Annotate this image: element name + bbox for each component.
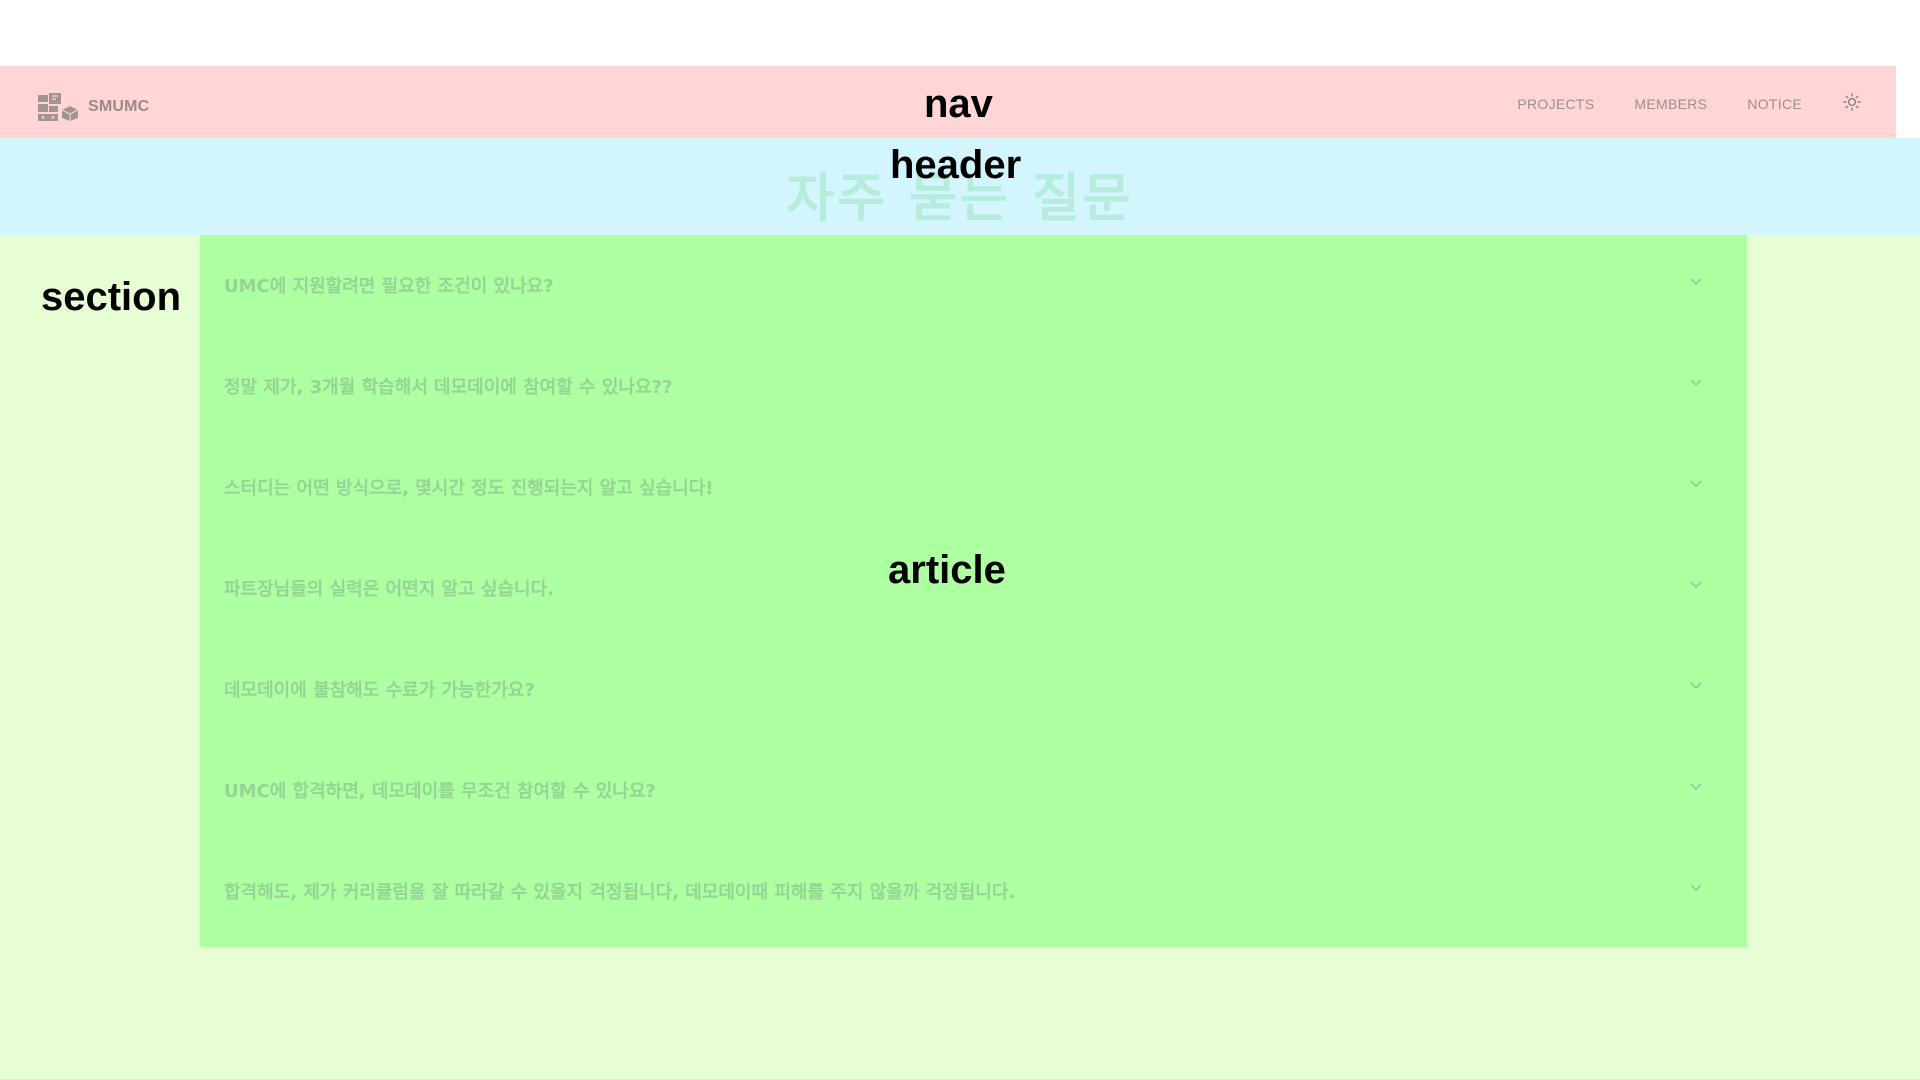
sun-icon — [1843, 93, 1861, 111]
faq-item[interactable]: 정말 제가, 3개월 학습해서 데모데이에 참여할 수 있나요?? — [200, 336, 1747, 437]
faq-question: 스터디는 어떤 방식으로, 몇시간 정도 진행되는지 알고 싶습니다! — [224, 478, 714, 499]
faq-question: 데모데이에 불참해도 수료가 가능한가요? — [224, 680, 535, 701]
region-label-header: header — [890, 143, 1022, 187]
faq-item[interactable]: 스터디는 어떤 방식으로, 몇시간 정도 진행되는지 알고 싶습니다! — [200, 437, 1747, 538]
faq-question: UMC에 지원할려면 필요한 조건이 있나요? — [224, 276, 554, 297]
chevron-down-icon[interactable] — [1689, 578, 1703, 592]
region-label-nav: nav — [924, 82, 993, 126]
faq-question: 파트장님들의 실력은 어떤지 알고 싶습니다. — [224, 579, 554, 600]
faq-item[interactable]: UMC에 합격하면, 데모데이를 무조건 참여할 수 있나요? — [200, 740, 1747, 841]
chevron-down-icon[interactable] — [1689, 780, 1703, 794]
faq-question: 정말 제가, 3개월 학습해서 데모데이에 참여할 수 있나요?? — [224, 377, 673, 398]
chevron-down-icon[interactable] — [1689, 477, 1703, 491]
faq-item[interactable]: UMC에 지원할려면 필요한 조건이 있나요? — [200, 235, 1747, 336]
nav-link-members[interactable]: MEMBERS — [1634, 96, 1707, 112]
faq-question: 합격해도, 제가 커리큘럼을 잘 따라갈 수 있을지 걱정됩니다, 데모데이때 … — [224, 882, 1016, 903]
faq-item[interactable]: 합격해도, 제가 커리큘럼을 잘 따라갈 수 있을지 걱정됩니다, 데모데이때 … — [200, 841, 1747, 942]
region-label-article: article — [888, 548, 1006, 592]
faq-question: UMC에 합격하면, 데모데이를 무조건 참여할 수 있나요? — [224, 781, 656, 802]
chevron-down-icon[interactable] — [1689, 881, 1703, 895]
theme-toggle-button[interactable] — [1842, 92, 1862, 112]
faq-item[interactable]: 데모데이에 불참해도 수료가 가능한가요? — [200, 639, 1747, 740]
nav-menu: PROJECTS MEMBERS NOTICE — [1517, 66, 1896, 138]
brand-name: SMUMC — [88, 98, 150, 115]
chevron-down-icon[interactable] — [1689, 376, 1703, 390]
chevron-down-icon[interactable] — [1689, 275, 1703, 289]
brand-home-link[interactable]: SMUMC — [38, 93, 149, 121]
region-label-section: section — [41, 275, 182, 319]
chevron-down-icon[interactable] — [1689, 679, 1703, 693]
faq-section: UMC에 지원할려면 필요한 조건이 있나요? 정말 제가, 3개월 학습해서 … — [0, 235, 1920, 1080]
boxes-logo-icon — [38, 93, 79, 121]
page: SMUMC PROJECTS MEMBERS NOTICE 자주 묻는 질문 U… — [0, 0, 1920, 1080]
nav-link-notice[interactable]: NOTICE — [1747, 96, 1802, 112]
nav-link-projects[interactable]: PROJECTS — [1517, 96, 1594, 112]
